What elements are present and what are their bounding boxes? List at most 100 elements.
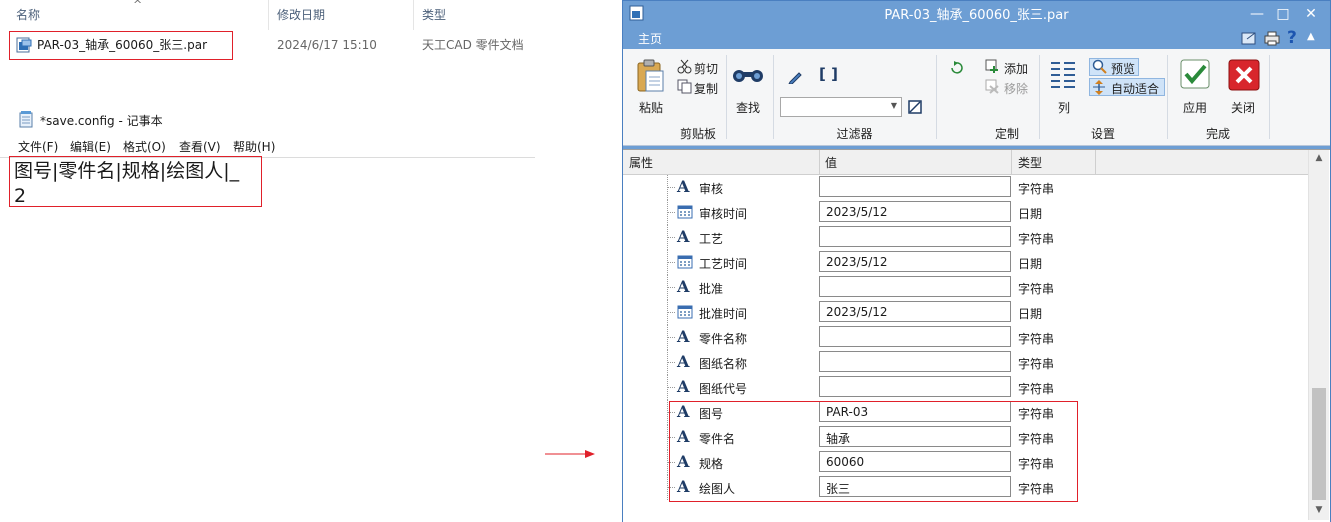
property-name: 图纸名称 (699, 357, 748, 371)
menu-file[interactable]: 文件(F) (18, 138, 58, 155)
export-icon[interactable] (1241, 30, 1259, 46)
property-row[interactable]: A 图纸代号 字符串 (623, 375, 1308, 400)
close-icon[interactable]: ✕ (1299, 3, 1323, 25)
property-value-field[interactable] (819, 176, 1011, 197)
menu-format[interactable]: 格式(O) (123, 138, 166, 155)
paste-button[interactable]: 粘贴 (639, 99, 663, 116)
find-button[interactable]: 查找 (736, 99, 760, 116)
group-separator (726, 55, 727, 139)
property-row[interactable]: 审核时间 2023/5/12 日期 (623, 200, 1308, 225)
ribbon-tabbar: 主页 ? ▲ (623, 27, 1330, 49)
property-value-field[interactable]: 2023/5/12 (819, 201, 1011, 222)
clear-filter-icon[interactable] (908, 100, 923, 115)
highlight-box (9, 156, 262, 207)
maximize-icon[interactable]: □ (1271, 3, 1295, 25)
autofit-button[interactable]: 自动适合 (1111, 80, 1159, 97)
minimize-icon[interactable]: — (1245, 3, 1269, 25)
property-value-field[interactable] (819, 326, 1011, 347)
ribbon: 粘贴 剪切 复制 剪贴板 查找 [ ] ▼ 过滤器 添加 移除 定制 列 预览 … (623, 49, 1330, 146)
preview-button[interactable]: 预览 (1111, 60, 1135, 77)
property-row[interactable]: 工艺时间 2023/5/12 日期 (623, 250, 1308, 275)
text-type-icon: A (677, 177, 690, 196)
property-row[interactable]: A 零件名称 字符串 (623, 325, 1308, 350)
property-value-field[interactable] (819, 276, 1011, 297)
header-property[interactable]: 属性 (629, 154, 653, 171)
column-modified-header[interactable]: 修改日期 (269, 0, 413, 30)
close-x-icon[interactable] (1228, 59, 1260, 91)
brackets-icon[interactable]: [ ] (819, 65, 838, 83)
property-value-field[interactable] (819, 351, 1011, 372)
column-separator[interactable] (819, 150, 820, 174)
property-type: 字符串 (1018, 382, 1055, 396)
property-name: 工艺 (699, 232, 724, 246)
menu-view[interactable]: 查看(V) (179, 138, 221, 155)
columns-icon[interactable] (1049, 59, 1077, 91)
paste-icon[interactable] (636, 59, 664, 93)
menu-edit[interactable]: 编辑(E) (70, 138, 111, 155)
done-group-label: 完成 (1205, 127, 1230, 141)
property-row[interactable]: A 批准 字符串 (623, 275, 1308, 300)
notepad-titlebar[interactable]: *save.config - 记事本 (0, 104, 535, 136)
date-type-icon (677, 254, 693, 270)
add-row-icon[interactable] (985, 59, 1000, 74)
vertical-scrollbar[interactable]: ▲ ▼ (1308, 150, 1329, 520)
scroll-up-icon[interactable]: ▲ (1309, 150, 1329, 166)
property-type: 字符串 (1018, 282, 1055, 296)
date-type-icon (677, 304, 693, 320)
text-type-icon: A (677, 352, 690, 371)
property-row[interactable]: 批准时间 2023/5/12 日期 (623, 300, 1308, 325)
copy-icon[interactable] (677, 79, 692, 94)
add-button[interactable]: 添加 (1004, 60, 1028, 77)
header-value[interactable]: 值 (825, 154, 837, 171)
column-type-header[interactable]: 类型 (414, 0, 534, 30)
property-type: 日期 (1018, 307, 1043, 321)
scroll-down-icon[interactable]: ▼ (1309, 502, 1329, 518)
close-button[interactable]: 关闭 (1231, 99, 1255, 116)
property-value-field[interactable]: 2023/5/12 (819, 301, 1011, 322)
preview-icon[interactable] (1092, 59, 1107, 74)
header-type[interactable]: 类型 (1018, 154, 1042, 171)
dialog-title: PAR-03_轴承_60060_张三.par (884, 8, 1069, 23)
tree-line (667, 362, 675, 364)
cut-button[interactable]: 剪切 (694, 60, 718, 77)
copy-button[interactable]: 复制 (694, 80, 718, 97)
refresh-icon[interactable] (949, 61, 964, 76)
scroll-thumb[interactable] (1312, 388, 1326, 500)
notepad-menubar: 文件(F) 编辑(E) 格式(O) 查看(V) 帮助(H) (0, 135, 535, 158)
notepad-window: *save.config - 记事本 文件(F) 编辑(E) 格式(O) 查看(… (0, 104, 535, 522)
sort-ascending-icon: ^ (133, 0, 143, 11)
apply-check-icon[interactable] (1180, 59, 1210, 89)
pencil-icon[interactable] (788, 69, 803, 84)
property-row[interactable]: A 图纸名称 字符串 (623, 350, 1308, 375)
ribbon-collapse-icon[interactable]: ▲ (1307, 31, 1315, 42)
filter-combobox[interactable]: ▼ (780, 97, 902, 117)
property-value-field[interactable] (819, 226, 1011, 247)
apply-button[interactable]: 应用 (1183, 99, 1207, 116)
dialog-titlebar[interactable]: PAR-03_轴承_60060_张三.par — □ ✕ (623, 1, 1330, 27)
help-icon[interactable]: ? (1287, 28, 1297, 48)
autofit-icon[interactable] (1092, 80, 1107, 95)
columns-button[interactable]: 列 (1058, 99, 1070, 116)
column-separator[interactable] (1011, 150, 1012, 174)
cut-icon[interactable] (677, 59, 692, 74)
property-value-field[interactable]: 2023/5/12 (819, 251, 1011, 272)
remove-button: 移除 (1004, 82, 1029, 96)
property-grid: 属性 值 类型 A 审核 字符串 审核时间 2023/5/12 日期 A 工艺 字符串 工艺时间 2… (623, 149, 1330, 522)
grid-header: 属性 值 类型 (623, 150, 1308, 175)
tree-line (667, 237, 675, 239)
text-type-icon: A (677, 327, 690, 346)
property-row[interactable]: A 审核 字符串 (623, 175, 1308, 200)
file-explorer: 名称 ^ 修改日期 类型 PAR-03_轴承_60060_张三.par 2024… (0, 0, 535, 100)
tree-line (667, 387, 675, 389)
notepad-title: *save.config - 记事本 (40, 114, 163, 128)
print-icon[interactable] (1263, 30, 1281, 46)
property-row[interactable]: A 工艺 字符串 (623, 225, 1308, 250)
property-type: 日期 (1018, 257, 1043, 271)
binoculars-icon[interactable] (731, 65, 765, 85)
settings-group-label: 设置 (1090, 127, 1115, 141)
column-separator[interactable] (1095, 150, 1096, 174)
tab-home[interactable]: 主页 (631, 30, 669, 49)
menu-help[interactable]: 帮助(H) (233, 138, 275, 155)
tree-line (667, 337, 675, 339)
property-value-field[interactable] (819, 376, 1011, 397)
